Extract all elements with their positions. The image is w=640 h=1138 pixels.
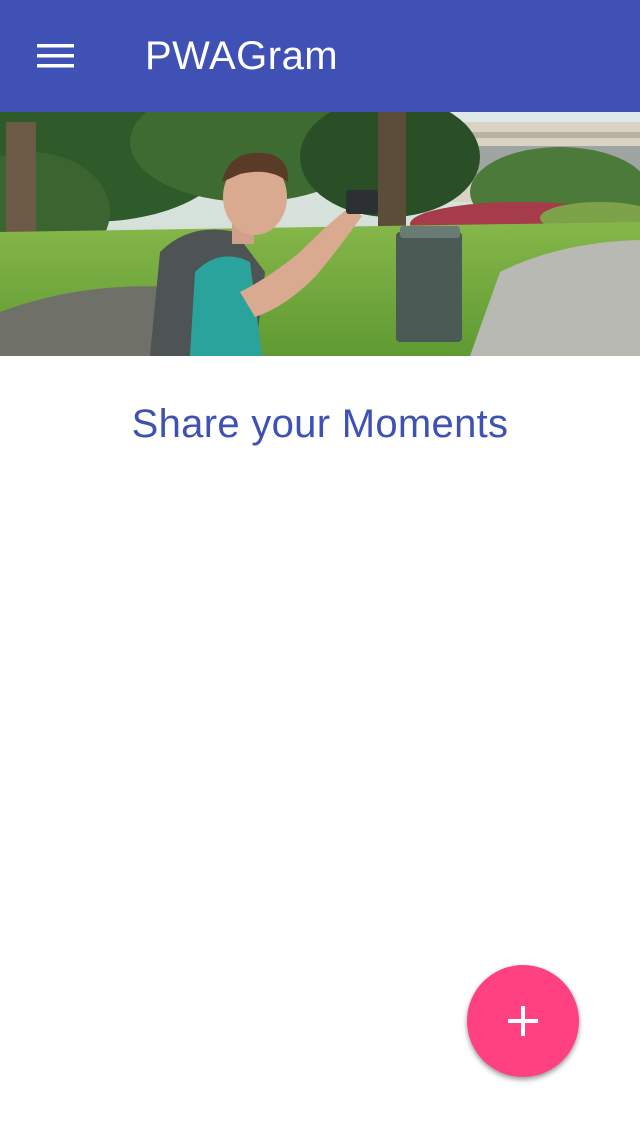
hamburger-menu-icon xyxy=(37,43,75,69)
page-headline: Share your Moments xyxy=(131,402,509,446)
app-bar: PWAGram xyxy=(0,0,640,112)
add-post-button[interactable] xyxy=(467,965,579,1077)
menu-button[interactable] xyxy=(24,32,88,80)
app-root: PWAGram Share your Moments xyxy=(0,0,640,1138)
add-icon xyxy=(506,1004,540,1038)
hero-image xyxy=(0,112,640,356)
app-title: PWAGram xyxy=(145,34,339,78)
